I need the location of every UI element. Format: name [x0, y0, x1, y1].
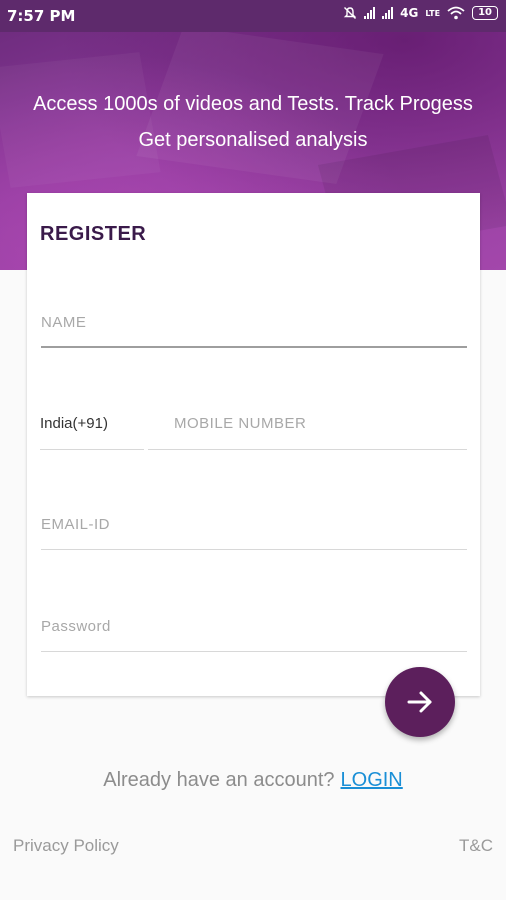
battery-icon: 10: [472, 6, 498, 20]
register-card: REGISTER: [27, 193, 480, 696]
password-input[interactable]: [41, 606, 467, 646]
email-underline: [41, 549, 467, 550]
status-icons: 4G LTE 10: [343, 6, 498, 20]
hero-decoration: [0, 52, 161, 188]
register-title: REGISTER: [40, 223, 147, 245]
network-type: 4G: [400, 6, 419, 20]
account-prompt: Already have an account? LOGIN: [0, 769, 506, 792]
hero-subheadline: Get personalised analysis: [138, 129, 368, 151]
mobile-number-underline: [148, 449, 467, 450]
privacy-policy-link[interactable]: Privacy Policy: [13, 836, 119, 856]
arrow-right-icon: [407, 691, 432, 713]
volte-badge: LTE: [425, 8, 441, 18]
signal-icon: [382, 7, 394, 19]
hero-headline: Access 1000s of videos and Tests. Track …: [33, 93, 473, 115]
login-link[interactable]: LOGIN: [341, 769, 403, 791]
country-code-field[interactable]: [40, 403, 145, 443]
signal-icon: [364, 7, 376, 19]
name-input[interactable]: [41, 302, 467, 342]
mute-icon: [343, 7, 357, 19]
status-bar: 7:57 PM 4G LTE 10: [0, 0, 506, 32]
submit-button[interactable]: [385, 667, 455, 737]
email-input[interactable]: [41, 504, 467, 544]
wifi-icon: [447, 6, 465, 20]
country-code-underline: [40, 449, 144, 450]
terms-link[interactable]: T&C: [459, 836, 493, 856]
status-time: 7:57 PM: [7, 7, 76, 25]
account-prompt-text: Already have an account?: [103, 769, 335, 791]
name-underline: [41, 346, 467, 348]
mobile-number-input[interactable]: [174, 403, 467, 443]
password-underline: [41, 651, 467, 652]
